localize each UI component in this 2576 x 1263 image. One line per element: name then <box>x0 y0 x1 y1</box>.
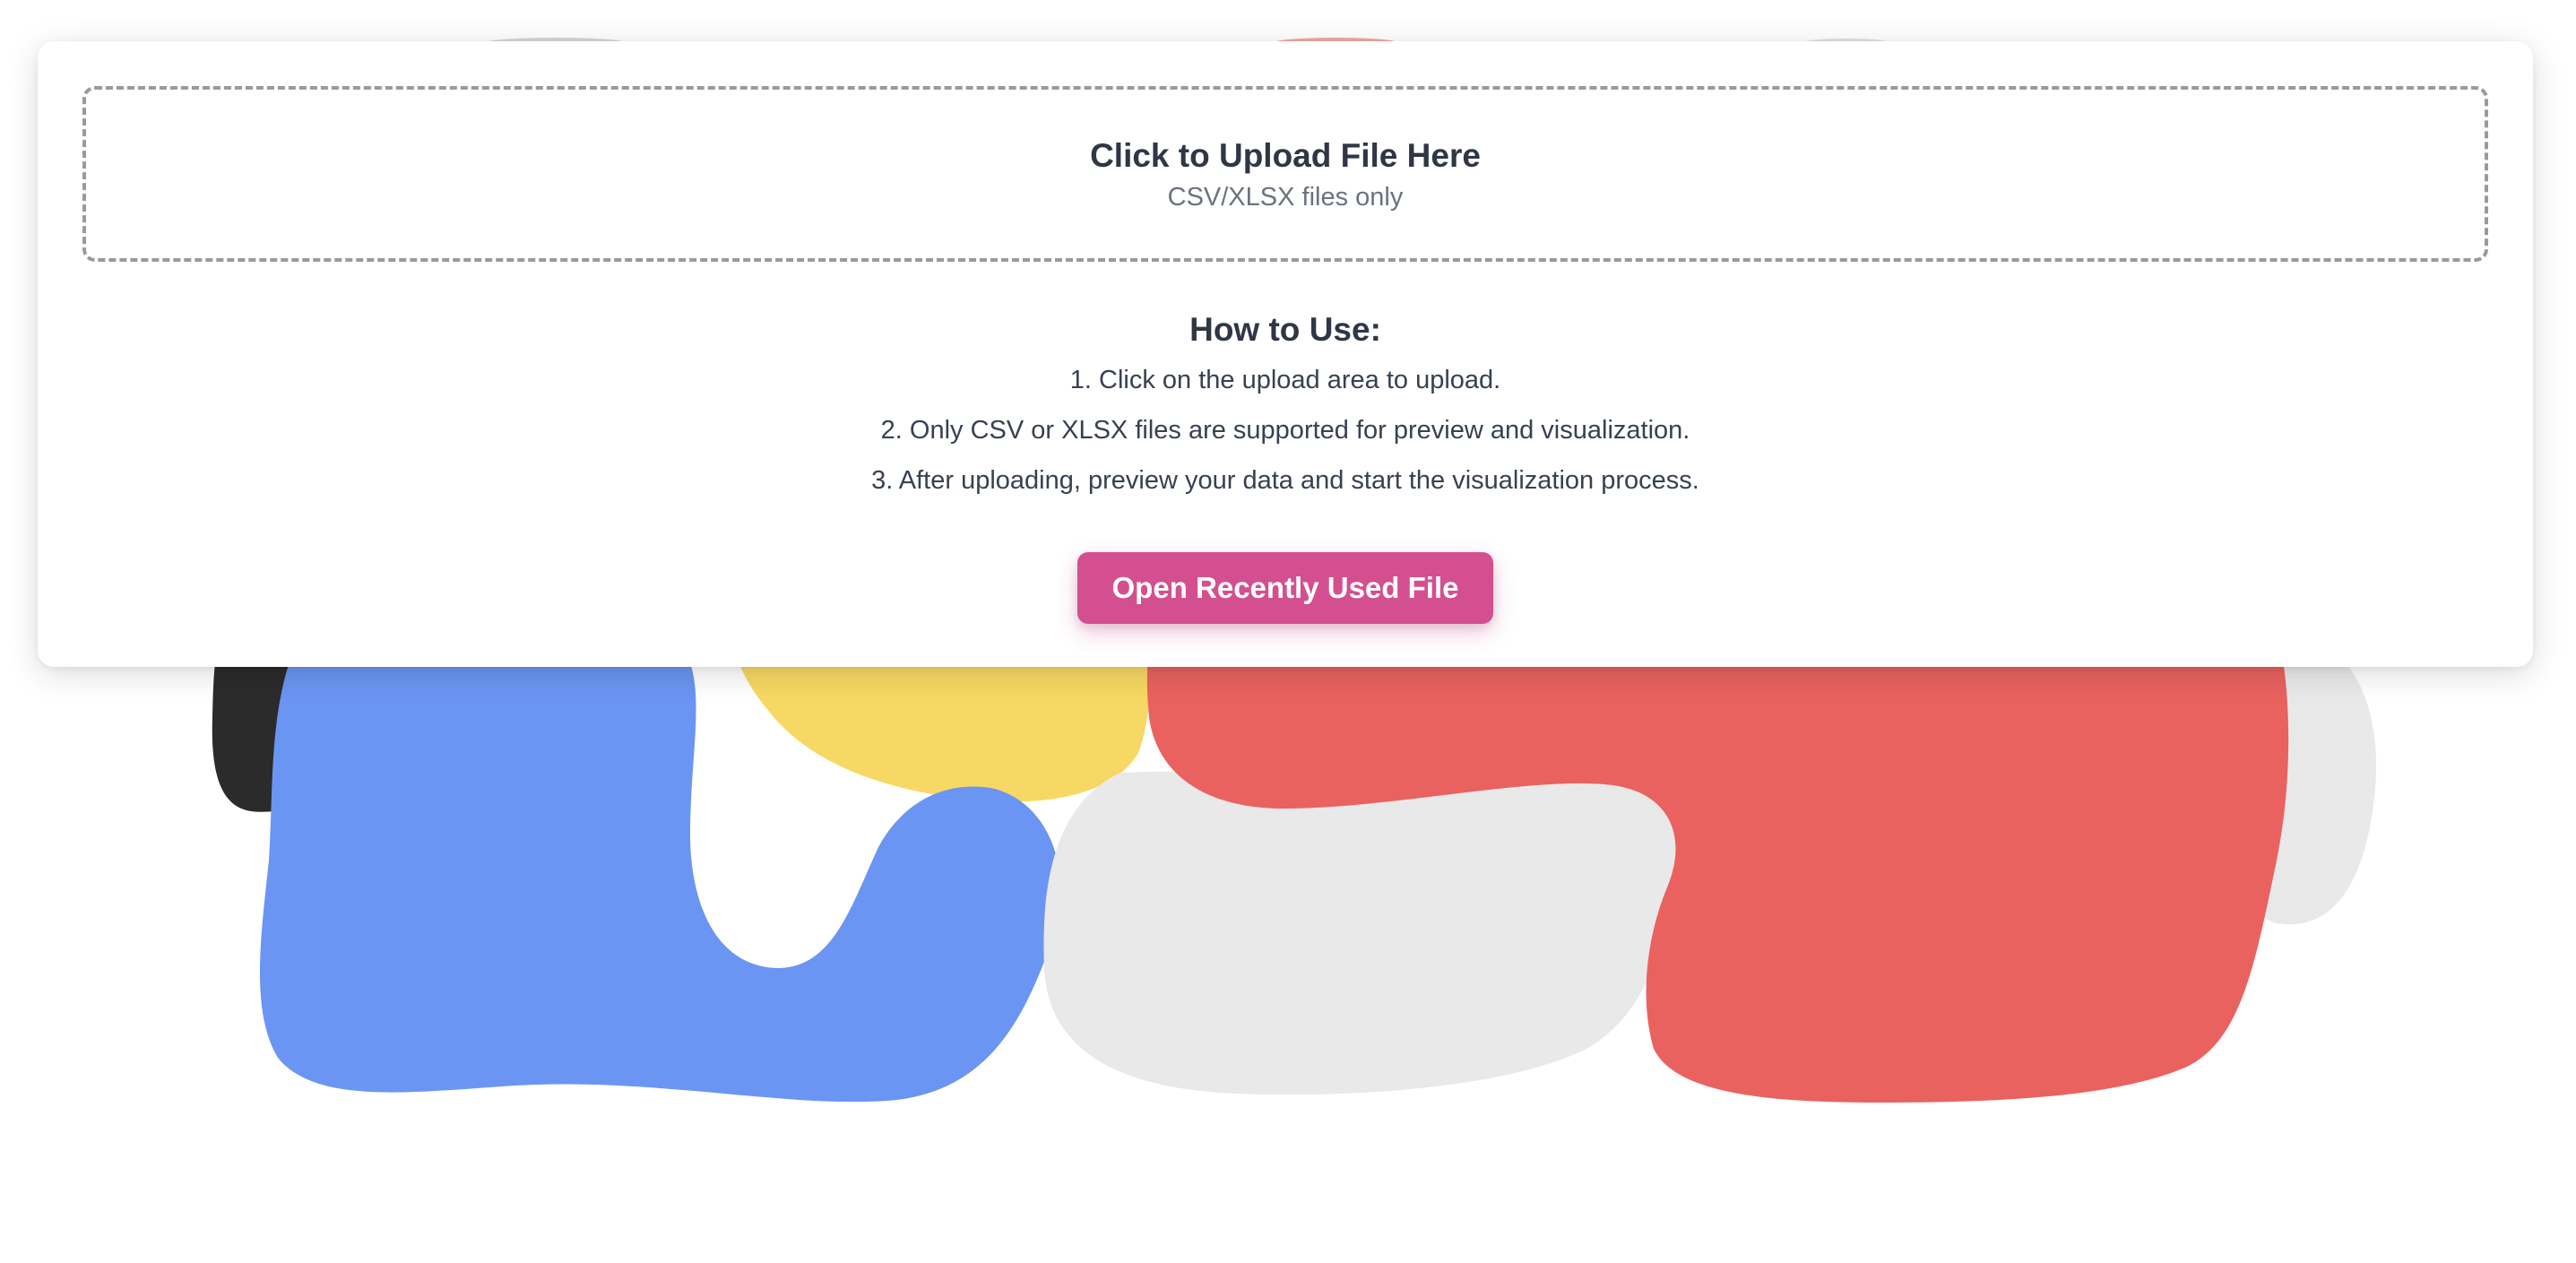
upload-panel: Click to Upload File Here CSV/XLSX files… <box>38 41 2533 667</box>
how-to-use-step: 3. After uploading, preview your data an… <box>871 466 1699 495</box>
how-to-use-step: 2. Only CSV or XLSX files are supported … <box>880 416 1690 445</box>
how-to-use-step: 1. Click on the upload area to upload. <box>1069 366 1501 394</box>
upload-dropzone[interactable]: Click to Upload File Here CSV/XLSX files… <box>82 86 2488 262</box>
how-to-use-section: How to Use: 1. Click on the upload area … <box>38 310 2533 515</box>
how-to-use-steps: 1. Click on the upload area to upload. 2… <box>38 364 2533 497</box>
upload-title: Click to Upload File Here <box>1090 137 1481 174</box>
open-recent-file-button[interactable]: Open Recently Used File <box>1077 552 1493 624</box>
upload-subtitle: CSV/XLSX files only <box>1167 183 1404 212</box>
gray-blob-center <box>1043 771 1677 1095</box>
how-to-use-title: How to Use: <box>1189 311 1381 348</box>
